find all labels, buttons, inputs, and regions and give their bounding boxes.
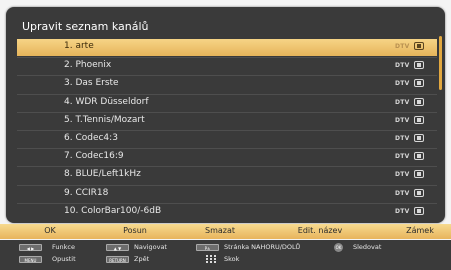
scrollbar[interactable] — [439, 36, 443, 222]
channel-row[interactable]: 8. BLUE/Left1kHz DTV — [17, 166, 437, 183]
help-exit: Opustit — [52, 255, 76, 263]
help-back: Zpět — [134, 255, 150, 263]
dtv-badge: DTV — [395, 116, 410, 124]
channel-row[interactable]: 9. CCIR18 DTV — [17, 184, 437, 202]
channel-row[interactable]: 4. WDR Düsseldorf DTV — [17, 93, 437, 111]
help-navigate: Navigovat — [134, 243, 167, 251]
tv-icon — [414, 79, 424, 88]
tv-icon — [414, 42, 424, 50]
channel-row[interactable]: 3. Das Erste DTV — [17, 75, 437, 92]
tv-icon — [414, 188, 424, 197]
channel-name: 10. ColorBar100/-6dB — [64, 205, 162, 216]
help-functions: Funkce — [52, 243, 75, 251]
return-key-icon: RETURN — [106, 256, 129, 263]
help-jump: Skok — [224, 255, 240, 263]
channel-name: 3. Das Erste — [64, 78, 119, 89]
channel-list-panel: Upravit seznam kanálů 1. arte DTV 2. Phoen… — [6, 7, 445, 223]
help-watch: Sledovat — [353, 243, 382, 251]
dtv-badge: DTV — [395, 98, 410, 106]
dtv-badge: DTV — [395, 43, 410, 50]
number-keys-icon — [206, 255, 218, 263]
dtv-badge: DTV — [395, 135, 410, 142]
channel-name: 7. Codec16:9 — [64, 151, 124, 162]
help-bar: ◀ ▶ Funkce ▲ ▼ Navigovat P± Stránka NAHO… — [0, 240, 451, 270]
dtv-badge: DTV — [395, 62, 410, 70]
channel-row[interactable]: 2. Phoenix DTV — [17, 57, 437, 74]
channel-name: 8. BLUE/Left1kHz — [64, 169, 141, 180]
channel-row[interactable]: 6. Codec4:3 DTV — [17, 130, 437, 147]
dtv-badge: DTV — [395, 153, 410, 161]
lock-button[interactable]: Zámek — [395, 226, 445, 235]
tv-icon — [414, 152, 424, 161]
tv-icon — [414, 61, 424, 70]
page-up-down-icon: P± — [196, 244, 219, 251]
delete-button[interactable]: Smazat — [195, 226, 245, 235]
channel-row[interactable]: 5. T.Tennis/Mozart DTV — [17, 111, 437, 129]
channel-row[interactable]: 7. Codec16:9 DTV — [17, 148, 437, 165]
dtv-badge: DTV — [395, 80, 410, 88]
tv-icon — [414, 134, 424, 142]
ok-button[interactable]: OK — [30, 226, 70, 235]
up-down-icon: ▲ ▼ — [106, 244, 129, 251]
channel-name: 9. CCIR18 — [64, 187, 109, 198]
function-bar: OK Posun Smazat Edit. název Zámek — [0, 224, 451, 239]
channel-name: 5. T.Tennis/Mozart — [64, 114, 145, 125]
tv-icon — [414, 115, 424, 124]
channel-row[interactable]: 10. ColorBar100/-6dB DTV — [17, 202, 437, 220]
channel-name: 2. Phoenix — [64, 60, 112, 71]
dtv-badge: DTV — [395, 189, 410, 197]
edit-name-button[interactable]: Edit. název — [285, 226, 355, 235]
menu-key-icon: MENU — [19, 256, 42, 263]
dtv-badge: DTV — [395, 171, 410, 179]
screen: Upravit seznam kanálů 1. arte DTV 2. Phoen… — [0, 0, 451, 270]
channel-name: 4. WDR Düsseldorf — [64, 96, 149, 107]
channel-row[interactable]: 1. arte DTV — [17, 39, 437, 56]
ok-key-icon: OK — [334, 243, 343, 252]
tv-icon — [414, 97, 424, 106]
left-right-icon: ◀ ▶ — [19, 244, 42, 251]
tv-icon — [414, 170, 424, 179]
channel-list: 1. arte DTV 2. Phoenix DTV 3. Das Erste DTV 4.… — [17, 39, 437, 223]
help-page: Stránka NAHORU/DOLŮ — [224, 243, 301, 251]
move-button[interactable]: Posun — [110, 226, 160, 235]
tv-icon — [414, 206, 424, 215]
channel-name: 6. Codec4:3 — [64, 133, 118, 143]
dtv-badge: DTV — [395, 207, 410, 215]
scrollbar-thumb[interactable] — [439, 36, 442, 90]
channel-name: 1. arte — [64, 41, 94, 51]
panel-title: Upravit seznam kanálů — [22, 20, 149, 33]
